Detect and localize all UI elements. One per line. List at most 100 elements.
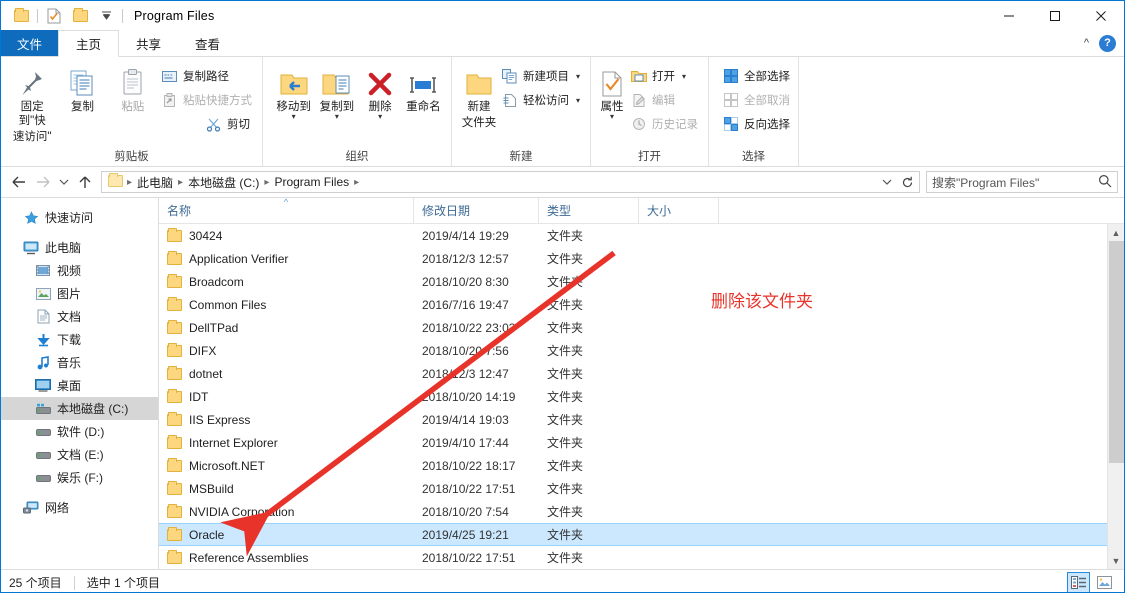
scroll-up-icon[interactable]: ▲ [1108,224,1125,241]
caret-icon[interactable]: ▾ [610,113,614,121]
chevron-up-icon[interactable]: ^ [1084,37,1089,49]
select-all-button[interactable]: 全部选择 [719,65,794,87]
sidebar-item-drive-e[interactable]: 文档 (E:) [1,443,158,466]
copy-path-button[interactable]: 复制路径 [158,65,256,87]
breadcrumb-item-2[interactable]: Program Files [270,175,353,189]
caret-icon[interactable]: ▾ [576,96,580,105]
table-row[interactable]: Application Verifier 2018/12/3 12:57 文件夹 [159,247,1124,270]
sidebar-item-desktop[interactable]: 桌面 [1,374,158,397]
maximize-icon[interactable] [1032,1,1078,30]
folder-icon[interactable] [8,5,34,27]
open-button[interactable]: 打开 ▾ [627,65,702,87]
search-input[interactable]: 搜索"Program Files" [926,171,1118,193]
new-item-button[interactable]: 新建项目 ▾ [498,65,584,87]
move-to-button[interactable]: 移动到 ▾ [272,61,315,121]
table-row[interactable]: DellTPad 2018/10/22 23:03 文件夹 [159,316,1124,339]
easy-access-button[interactable]: 轻松访问 ▾ [498,89,584,111]
sidebar-item-music[interactable]: 音乐 [1,351,158,374]
table-row[interactable]: DIFX 2018/10/20 7:56 文件夹 [159,339,1124,362]
drive-icon [35,447,51,463]
properties-button[interactable]: 属性 ▾ [597,61,627,121]
table-row[interactable]: 30424 2019/4/14 19:29 文件夹 [159,224,1124,247]
caret-icon[interactable]: ▾ [682,72,686,81]
sidebar-item-downloads[interactable]: 下载 [1,328,158,351]
tab-file[interactable]: 文件 [1,30,59,56]
sidebar-item-network[interactable]: 网络 [1,496,158,519]
back-arrow-icon[interactable] [7,170,31,194]
tab-share[interactable]: 共享 [119,30,178,56]
table-row[interactable]: Microsoft.NET 2018/10/22 18:17 文件夹 [159,454,1124,477]
caret-icon[interactable]: ▾ [378,113,382,121]
sidebar-item-this-pc[interactable]: 此电脑 [1,236,158,259]
table-row[interactable]: Oracle 2019/4/25 19:21 文件夹 [159,523,1124,546]
table-row[interactable]: Common Files 2016/7/16 19:47 文件夹 [159,293,1124,316]
address-breadcrumb-box[interactable]: ▸ 此电脑 ▸ 本地磁盘 (C:) ▸ Program Files ▸ [101,171,920,193]
table-row[interactable]: Reference Assemblies 2018/10/22 17:51 文件夹 [159,546,1124,569]
cell-type: 文件夹 [547,528,584,542]
vertical-scrollbar[interactable]: ▲ ▼ [1107,224,1124,569]
navigation-pane[interactable]: 快速访问 此电脑 视频 图片 文档 下载 音乐 桌面 本地磁盘 (C:) 软件 … [1,198,159,569]
address-dropdown-chevron-down-icon[interactable] [877,172,897,192]
large-icons-view-icon[interactable] [1093,572,1116,592]
column-header-name[interactable]: 名称 ^ [159,198,414,223]
history-button[interactable]: 历史记录 [627,113,702,135]
new-folder-button[interactable]: 新建 文件夹 [460,61,498,130]
sidebar-item-local-disk-c[interactable]: 本地磁盘 (C:) [1,397,158,420]
paste-shortcut-button[interactable]: 粘贴快捷方式 [158,89,256,111]
sidebar-item-drive-d[interactable]: 软件 (D:) [1,420,158,443]
sidebar-item-documents[interactable]: 文档 [1,305,158,328]
table-row[interactable]: IIS Express 2019/4/14 19:03 文件夹 [159,408,1124,431]
table-row[interactable]: MSBuild 2018/10/22 17:51 文件夹 [159,477,1124,500]
table-row[interactable]: IDT 2018/10/20 14:19 文件夹 [159,385,1124,408]
caret-icon[interactable]: ▾ [576,72,580,81]
breadcrumb-item-1[interactable]: 本地磁盘 (C:) [184,174,263,191]
up-arrow-icon[interactable] [73,170,97,194]
invert-selection-button[interactable]: 反向选择 [719,113,794,135]
column-header-size[interactable]: 大小 [639,198,719,223]
minimize-icon[interactable] [986,1,1032,30]
rename-button[interactable]: 重命名 [402,61,445,114]
qat-dropdown-chevron-icon[interactable] [93,5,119,27]
file-rows: 30424 2019/4/14 19:29 文件夹 Application Verif… [159,224,1124,569]
forward-arrow-icon[interactable] [31,170,55,194]
delete-button[interactable]: 删除 ▾ [359,61,402,121]
paste-button[interactable]: 粘贴 [108,61,158,114]
tab-home[interactable]: 主页 [58,30,120,57]
recent-locations-chevron-down-icon[interactable] [55,170,73,194]
breadcrumb-item-0[interactable]: 此电脑 [133,174,177,191]
table-row[interactable]: Internet Explorer 2019/4/10 17:44 文件夹 [159,431,1124,454]
file-rows-container[interactable]: 30424 2019/4/14 19:29 文件夹 Application Verif… [159,224,1124,569]
caret-icon[interactable]: ▾ [335,113,339,121]
details-view-icon[interactable] [1067,572,1090,592]
sidebar-item-pictures[interactable]: 图片 [1,282,158,305]
search-icon[interactable] [1098,174,1112,191]
scroll-down-icon[interactable]: ▼ [1108,552,1125,569]
pin-to-quick-access-button[interactable]: 固定到"快 速访问" [7,61,57,144]
close-icon[interactable] [1078,1,1124,30]
table-row[interactable]: Broadcom 2018/10/20 8:30 文件夹 [159,270,1124,293]
rename-label: 重命名 [406,101,441,113]
cut-button[interactable]: 剪切 [202,113,256,135]
column-header-date[interactable]: 修改日期 [414,198,539,223]
tab-view[interactable]: 查看 [178,30,237,56]
column-label: 大小 [647,204,672,218]
refresh-icon[interactable] [897,172,917,192]
scrollbar-thumb[interactable] [1108,241,1124,463]
help-icon[interactable]: ? [1099,34,1116,52]
new-folder-icon[interactable] [67,5,93,27]
copy-to-button[interactable]: 复制到 ▾ [315,61,358,121]
copy-button[interactable]: 复制 [57,61,107,114]
caret-icon[interactable]: ▾ [292,113,296,121]
table-row[interactable]: dotnet 2018/12/3 12:47 文件夹 [159,362,1124,385]
cell-date: 2019/4/14 19:29 [422,228,509,243]
edit-button[interactable]: 编辑 [627,89,702,111]
sidebar-item-videos[interactable]: 视频 [1,259,158,282]
table-row[interactable]: NVIDIA Corporation 2018/10/20 7:54 文件夹 [159,500,1124,523]
select-none-button[interactable]: 全部取消 [719,89,794,111]
sidebar-item-quick-access[interactable]: 快速访问 [1,206,158,229]
column-header-type[interactable]: 类型 [539,198,639,223]
cell-date: 2018/10/20 7:54 [422,504,509,519]
properties-icon[interactable] [41,5,67,27]
sidebar-item-drive-f[interactable]: 娱乐 (F:) [1,466,158,489]
